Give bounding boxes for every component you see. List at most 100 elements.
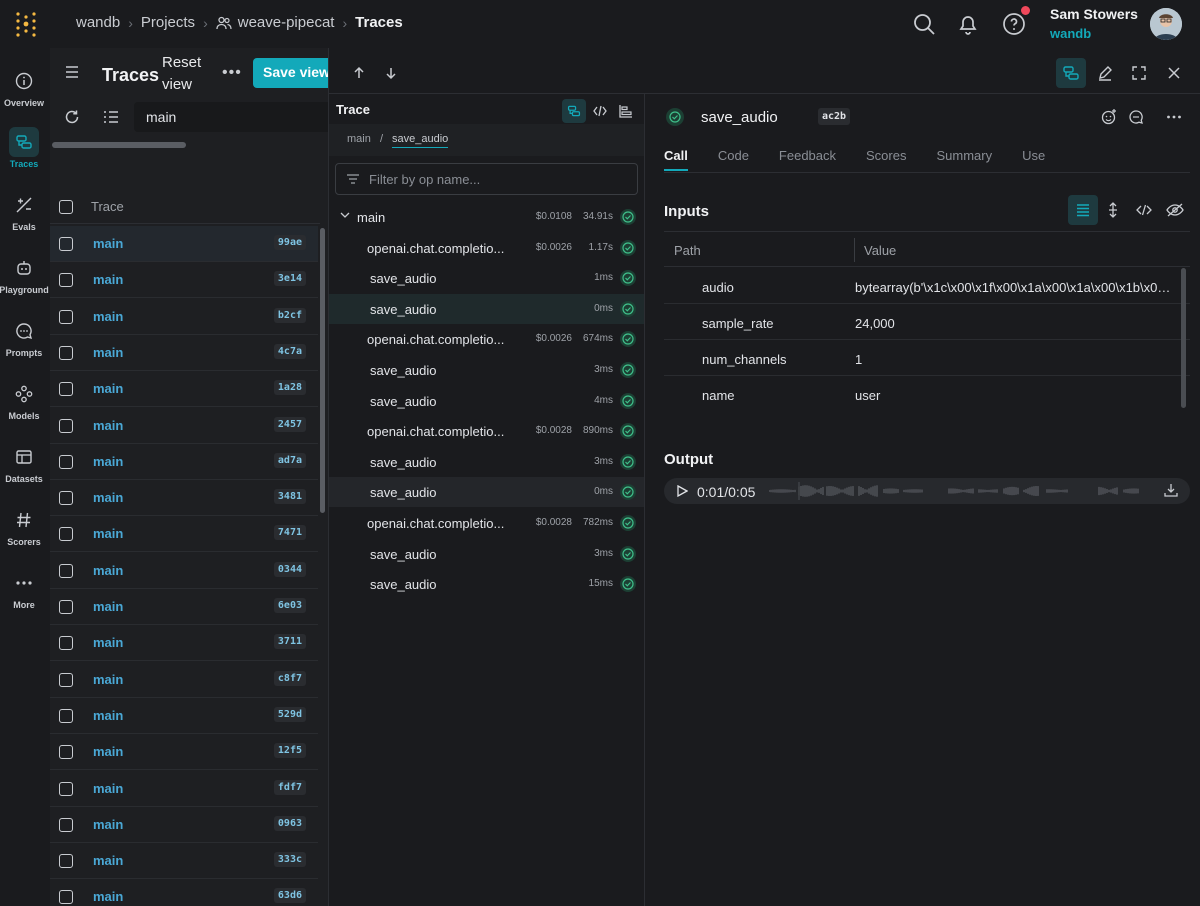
trace-tree-node[interactable]: save_audio 0ms <box>329 477 644 508</box>
trace-tree-node[interactable]: save_audio 3ms <box>329 355 644 385</box>
trace-id-badge[interactable]: 99ae <box>273 235 306 250</box>
table-row[interactable]: main 4c7a <box>50 335 318 371</box>
input-value[interactable]: 1 <box>855 352 1175 367</box>
trace-id-badge[interactable]: 1a28 <box>273 380 306 396</box>
trace-op-link[interactable]: main <box>93 345 123 360</box>
user-org[interactable]: wandb <box>1050 26 1091 41</box>
trace-op-link[interactable]: main <box>93 272 123 287</box>
column-header-path[interactable]: Path <box>674 243 701 258</box>
trace-op-link[interactable]: main <box>93 236 123 251</box>
trace-tree-node[interactable]: main $0.0108 34.91s <box>329 202 644 232</box>
download-icon[interactable] <box>1164 483 1178 497</box>
audio-waveform[interactable] <box>769 481 1159 501</box>
trace-op-link[interactable]: main <box>93 418 123 433</box>
column-header-trace[interactable]: Trace <box>91 199 124 214</box>
refresh-icon[interactable] <box>64 109 80 125</box>
trace-op-link[interactable]: main <box>93 708 123 723</box>
column-header-value[interactable]: Value <box>864 243 896 258</box>
trace-tree-node[interactable]: openai.chat.completio... $0.0026 1.17s <box>329 233 644 263</box>
trace-id-badge[interactable]: 12f5 <box>273 743 306 759</box>
op-name-filter-input[interactable]: Filter by op name... <box>335 163 638 195</box>
breadcrumb-entity[interactable]: wandb <box>76 14 120 31</box>
trace-id-badge[interactable]: 333c <box>273 852 306 868</box>
trace-id-badge[interactable]: b2cf <box>273 307 306 323</box>
tab-feedback[interactable]: Feedback <box>779 148 836 171</box>
row-checkbox[interactable] <box>59 273 73 288</box>
trace-tree-node[interactable]: save_audio 4ms <box>329 386 644 416</box>
vertical-scrollbar[interactable] <box>320 228 325 513</box>
search-icon[interactable] <box>912 12 936 36</box>
reset-view-button[interactable]: Reset view <box>162 52 212 96</box>
trace-tree-node[interactable]: save_audio 1ms <box>329 263 644 293</box>
code-view-icon[interactable] <box>588 99 612 123</box>
row-checkbox[interactable] <box>59 382 73 397</box>
row-checkbox[interactable] <box>59 708 73 723</box>
nav-playground[interactable]: Playground <box>0 253 49 303</box>
table-row[interactable]: main 529d <box>50 698 318 734</box>
table-row[interactable]: main 1a28 <box>50 371 318 408</box>
columns-icon[interactable] <box>103 110 119 124</box>
more-options-icon[interactable] <box>1165 108 1183 126</box>
tab-use[interactable]: Use <box>1022 148 1045 171</box>
bell-icon[interactable] <box>956 12 980 36</box>
more-options-icon[interactable]: ••• <box>222 64 242 82</box>
horizontal-scrollbar[interactable] <box>52 142 186 148</box>
trace-id-badge[interactable]: 3e14 <box>273 271 306 287</box>
next-arrow-icon[interactable] <box>376 58 406 88</box>
trace-tree-node[interactable]: save_audio 0ms <box>329 293 644 324</box>
list-view-icon[interactable] <box>1068 195 1098 225</box>
table-row[interactable]: main 12f5 <box>50 734 318 771</box>
column-resize-handle[interactable] <box>854 238 855 262</box>
table-row[interactable]: main 99ae <box>50 226 318 262</box>
table-row[interactable]: main 3e14 <box>50 262 318 299</box>
avatar[interactable] <box>1150 8 1182 40</box>
nav-scorers[interactable]: Scorers <box>0 505 48 555</box>
op-filter-select[interactable]: main <box>134 102 328 132</box>
play-icon[interactable] <box>676 485 688 497</box>
tab-scores[interactable]: Scores <box>866 148 906 171</box>
trace-tree-toggle-icon[interactable] <box>1056 58 1086 88</box>
input-value[interactable]: bytearray(b'\x1c\x00\x1f\x00\x1a\x00\x1a… <box>855 280 1175 295</box>
menu-icon[interactable] <box>64 65 80 79</box>
nav-more[interactable]: More <box>0 568 48 618</box>
table-row[interactable]: main 3481 <box>50 480 318 517</box>
table-row[interactable]: main 3711 <box>50 625 318 662</box>
trace-tree-node[interactable]: openai.chat.completio... $0.0028 782ms <box>329 508 644 538</box>
trace-tree-node[interactable]: openai.chat.completio... $0.0028 890ms <box>329 416 644 446</box>
trace-op-link[interactable]: main <box>93 889 123 904</box>
row-checkbox[interactable] <box>59 418 73 433</box>
table-row[interactable]: main 0344 <box>50 553 318 589</box>
table-row[interactable]: main 2457 <box>50 408 318 444</box>
trace-id-badge[interactable]: 4c7a <box>273 343 306 359</box>
table-row[interactable]: main 63d6 <box>50 879 318 906</box>
trace-tree-node[interactable]: save_audio 3ms <box>329 539 644 569</box>
row-checkbox[interactable] <box>59 237 73 251</box>
nav-evals[interactable]: Evals <box>0 190 48 240</box>
tab-code[interactable]: Code <box>718 148 749 171</box>
trace-op-link[interactable]: main <box>93 490 123 505</box>
trace-id-badge[interactable]: 2457 <box>273 416 306 432</box>
row-checkbox[interactable] <box>59 563 73 578</box>
chevron-down-icon[interactable] <box>340 211 350 219</box>
table-row[interactable]: main fdf7 <box>50 771 318 807</box>
row-checkbox[interactable] <box>59 454 73 469</box>
json-view-icon[interactable] <box>1129 195 1159 225</box>
wandb-logo-icon[interactable] <box>12 10 40 38</box>
row-checkbox[interactable] <box>59 491 73 506</box>
row-checkbox[interactable] <box>59 890 73 905</box>
breadcrumb-projects[interactable]: Projects <box>141 14 195 31</box>
trace-op-link[interactable]: main <box>93 526 123 541</box>
trace-id-badge[interactable]: fdf7 <box>273 779 306 795</box>
nav-prompts[interactable]: Prompts <box>0 316 48 366</box>
trace-op-link[interactable]: main <box>93 381 123 396</box>
inputs-scrollbar[interactable] <box>1181 268 1186 408</box>
table-row[interactable]: main c8f7 <box>50 662 318 698</box>
trace-op-link[interactable]: main <box>93 744 123 759</box>
call-id-badge[interactable]: ac2b <box>818 108 851 125</box>
nav-overview[interactable]: Overview <box>0 66 48 116</box>
row-checkbox[interactable] <box>59 854 73 869</box>
tree-crumb-root[interactable]: main <box>347 133 371 145</box>
table-row[interactable]: main 333c <box>50 843 318 880</box>
nav-datasets[interactable]: Datasets <box>0 442 48 492</box>
timeline-view-icon[interactable] <box>614 99 638 123</box>
